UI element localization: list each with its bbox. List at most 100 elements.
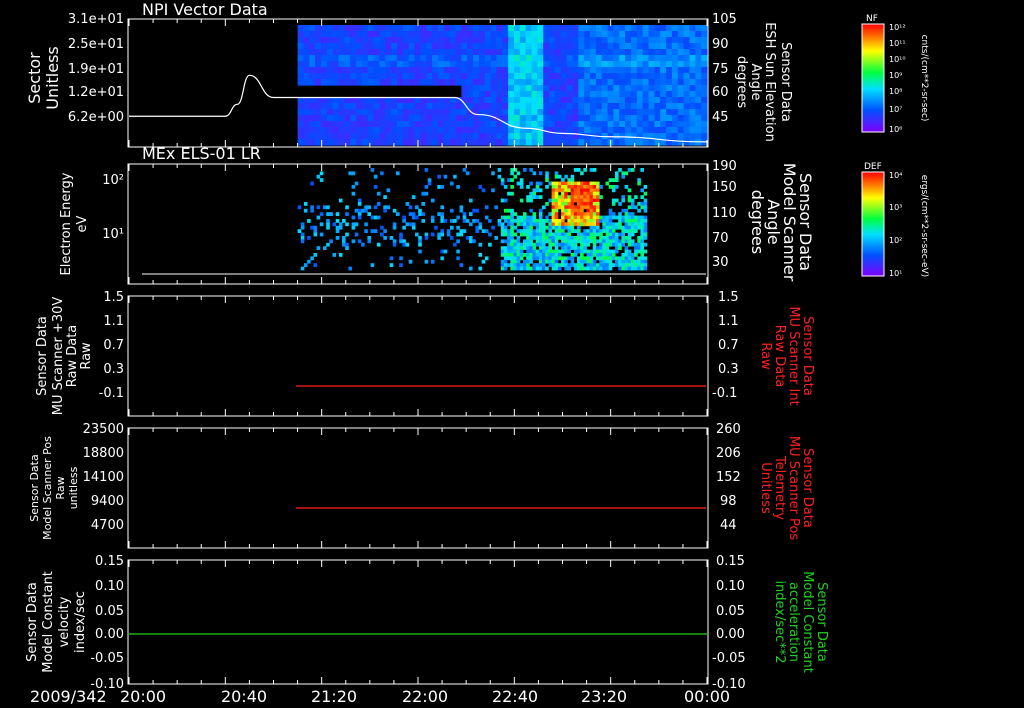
npi-pixel <box>332 67 340 74</box>
els-pixel <box>567 232 571 237</box>
els-pixel <box>605 236 610 240</box>
npi-pixel <box>478 127 486 134</box>
npi-pixel <box>689 85 696 92</box>
els-pixel <box>570 253 575 257</box>
els-pixel <box>326 219 330 223</box>
els-pixel <box>500 222 505 227</box>
npi-pixel <box>508 109 515 116</box>
els-pixel <box>589 191 594 196</box>
npi-pixel <box>449 61 457 68</box>
els-pixel <box>570 215 575 220</box>
els-pixel <box>577 246 581 250</box>
npi-pixel <box>321 31 328 38</box>
npi-pixel <box>549 31 556 38</box>
npi-pixel <box>309 103 316 110</box>
npi-pixel <box>502 79 509 86</box>
npi-pixel <box>297 37 304 44</box>
p5-ylabel-right-0: Sensor Data <box>814 582 829 662</box>
els-pixel <box>640 225 644 230</box>
els-pixel <box>634 242 638 247</box>
npi-pixel <box>438 103 445 110</box>
els-pixel <box>351 171 356 176</box>
els-pixel <box>526 259 530 264</box>
els-pixel <box>643 259 648 264</box>
els-pixel <box>351 239 356 244</box>
els-pixel <box>469 236 473 240</box>
els-pixel <box>437 185 441 189</box>
npi-pixel <box>613 55 620 62</box>
p5-ytick-right-0: 0.15 <box>716 554 745 569</box>
npi-pixel <box>514 49 521 56</box>
els-pixel <box>516 181 521 186</box>
els-pixel <box>589 225 594 230</box>
els-pixel <box>640 229 644 233</box>
els-pixel <box>583 222 587 227</box>
npi-pixel <box>420 25 427 32</box>
els-pixel <box>357 208 362 213</box>
npi-pixel <box>595 73 603 80</box>
els-pixel <box>535 236 540 240</box>
els-pixel <box>586 188 591 193</box>
els-pixel <box>561 202 565 206</box>
npi-pixel <box>397 37 404 44</box>
els-pixel <box>599 239 603 244</box>
npi-pixel <box>508 37 515 44</box>
npi-pixel <box>309 73 316 80</box>
npi-pixel <box>683 85 690 92</box>
npi-pixel <box>689 121 696 128</box>
els-pixel <box>583 256 587 261</box>
els-pixel <box>326 222 330 227</box>
npi-pixel <box>660 127 667 134</box>
npi-pixel <box>467 127 474 134</box>
npi-pixel <box>531 115 538 122</box>
npi-pixel <box>549 91 556 98</box>
npi-pixel <box>402 79 410 86</box>
npi-pixel <box>385 73 392 80</box>
npi-pixel <box>484 133 492 140</box>
els-pixel <box>307 219 311 223</box>
npi-pixel <box>625 79 632 86</box>
els-pixel <box>596 246 600 250</box>
els-pixel <box>608 185 613 189</box>
npi-pixel <box>514 55 521 62</box>
els-pixel <box>313 232 318 237</box>
els-pixel <box>513 232 518 237</box>
els-pixel <box>357 215 362 220</box>
npi-pixel <box>554 133 562 140</box>
npi-pixel <box>461 25 468 32</box>
npi-pixel <box>554 43 562 50</box>
npi-pixel <box>361 49 369 56</box>
npi-pixel <box>467 61 474 68</box>
npi-pixel <box>367 49 375 56</box>
els-pixel <box>561 181 565 186</box>
els-pixel <box>465 219 470 223</box>
npi-pixel <box>514 139 521 146</box>
npi-pixel <box>677 109 685 116</box>
els-pixel <box>554 222 559 227</box>
els-pixel <box>634 259 638 264</box>
npi-pixel <box>315 37 322 44</box>
p2-ytick-left-0: 10² <box>102 173 124 188</box>
els-pixel <box>551 266 556 271</box>
npi-pixel <box>671 97 679 104</box>
npi-pixel <box>519 37 527 44</box>
els-pixel <box>523 225 527 230</box>
els-pixel <box>580 259 584 264</box>
els-pixel <box>608 253 613 257</box>
npi-pixel <box>326 127 334 134</box>
els-pixel <box>589 229 594 233</box>
npi-pixel <box>683 49 690 56</box>
npi-pixel <box>502 139 509 146</box>
p5-ytick-right-1: 0.10 <box>716 579 745 594</box>
npi-pixel <box>636 97 644 104</box>
els-pixel <box>316 205 321 210</box>
npi-pixel <box>519 139 527 146</box>
npi-pixel <box>385 133 392 140</box>
npi-pixel <box>443 73 451 80</box>
npi-pixel <box>531 97 538 104</box>
els-pixel <box>567 256 571 261</box>
npi-pixel <box>578 91 585 98</box>
npi-pixel <box>613 31 620 38</box>
els-pixel <box>637 215 641 220</box>
npi-pixel <box>361 25 369 32</box>
